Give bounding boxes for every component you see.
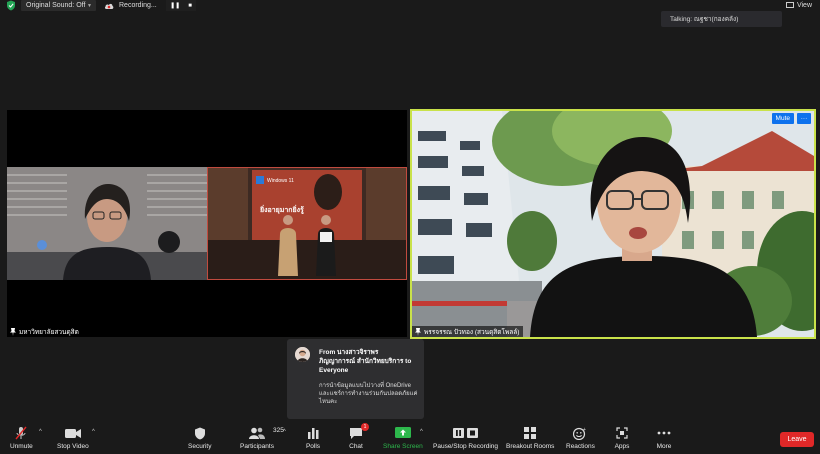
avatar <box>295 347 310 362</box>
recording-label: Recording... <box>119 2 157 9</box>
pin-icon <box>415 327 421 336</box>
slide-logo-text: Windows 11 <box>267 178 294 184</box>
chat-sender-line2: ภิญญาการณ์ สำนักวิทยบริการ to <box>319 358 412 365</box>
participant-name-right: พรรจรรณ ปัวทอง (สวนดุสิตโพลล์) <box>412 326 524 337</box>
chevron-down-icon: ▼ <box>87 2 92 9</box>
svg-text:+: + <box>583 427 586 433</box>
chat-label: Chat <box>349 443 363 450</box>
grid-view-icon <box>785 2 794 8</box>
more-button[interactable]: More <box>656 426 672 450</box>
pause-stop-icon <box>452 426 479 440</box>
security-label: Security <box>188 443 212 450</box>
original-sound-toggle[interactable]: Original Sound: Off ▼ <box>21 0 96 11</box>
view-label: View <box>796 1 812 9</box>
chat-message-line2: และแชร์การทำงานร่วมกันปลอดภัยแค่ <box>319 391 418 397</box>
chevron-up-icon[interactable]: ^ <box>420 429 423 435</box>
bar-chart-icon <box>305 426 321 440</box>
chevron-up-icon[interactable]: ^ <box>283 429 286 435</box>
share-screen-icon <box>394 426 411 440</box>
stop-recording-icon[interactable]: ■ <box>188 3 192 9</box>
reactions-button[interactable]: + Reactions <box>566 426 595 451</box>
chevron-up-icon[interactable]: ^ <box>39 429 42 435</box>
apps-label: Apps <box>614 443 630 450</box>
chevron-up-icon[interactable]: ^ <box>92 429 95 435</box>
chat-message: การนำข้อมูลแบบไปวางที่ OneDrive และแชร์ก… <box>319 382 419 406</box>
stop-video-button[interactable]: Stop Video <box>57 426 89 450</box>
chat-sender-line3: Everyone <box>319 367 349 374</box>
talking-indicator: Talking: ณฐชา(กองคลัง) <box>661 11 782 27</box>
breakout-rooms-icon <box>522 426 538 440</box>
chat-button[interactable]: 1 Chat <box>348 423 369 450</box>
participants-label: Participants <box>240 443 274 450</box>
apps-icon <box>614 426 630 440</box>
chat-sender-line1: From นางสาวจิราพร <box>319 349 379 356</box>
chat-sender: From นางสาวจิราพร ภิญญาการณ์ สำนักวิทยบร… <box>319 348 419 375</box>
participant-more-button[interactable]: ··· <box>797 113 811 124</box>
active-speaker-video <box>412 111 814 337</box>
meeting-toolbar: Unmute ^ Stop Video ^ Security 325 Parti… <box>0 421 820 454</box>
share-screen-label: Share Screen <box>383 443 423 450</box>
participant-name-left: มหาวิทยาลัยสวนดุสิต <box>7 326 83 337</box>
polls-button[interactable]: Polls <box>305 426 321 450</box>
microphone-muted-icon <box>13 426 29 440</box>
video-camera-icon <box>64 426 81 440</box>
zoom-meeting-window: Original Sound: Off ▼ Recording... ❚❚ ■ … <box>0 0 820 454</box>
presenter-webcam-video <box>7 167 207 280</box>
more-label: More <box>656 443 672 450</box>
pause-stop-recording-label: Pause/Stop Recording <box>433 443 499 450</box>
reactions-label: Reactions <box>566 443 595 450</box>
share-screen-button[interactable]: Share Screen <box>383 426 423 450</box>
pause-stop-recording-button[interactable]: Pause/Stop Recording <box>433 426 498 450</box>
cloud-recording-icon <box>104 3 114 9</box>
ellipsis-icon <box>656 426 672 440</box>
polls-label: Polls <box>305 443 321 450</box>
breakout-rooms-label: Breakout Rooms <box>506 443 555 450</box>
security-shield-icon[interactable] <box>6 0 16 11</box>
view-button[interactable]: View <box>785 0 812 10</box>
breakout-rooms-button[interactable]: Breakout Rooms <box>506 426 554 450</box>
participants-icon: 325 <box>248 426 284 440</box>
video-tile-presenter[interactable]: Windows 11 ยิ่งอายุมากยิ่งรู้ มหาวิทยาลั… <box>7 110 407 337</box>
pin-icon <box>10 327 16 336</box>
leave-button[interactable]: Leave <box>780 432 814 447</box>
chat-message-line3: ไหนคะ <box>319 399 338 405</box>
original-sound-label: Original Sound: Off <box>26 2 86 9</box>
chat-bubble-icon: 1 <box>348 423 369 440</box>
shield-icon <box>192 426 208 440</box>
video-tile-active-speaker[interactable]: Mute ··· พรรจรรณ ปัวทอง (สวนดุสิตโพลล์) <box>410 109 816 339</box>
recording-indicator: Recording... <box>104 0 157 11</box>
security-button[interactable]: Security <box>188 426 211 450</box>
participant-name-right-label: พรรจรรณ ปัวทอง (สวนดุสิตโพลล์) <box>424 328 520 336</box>
unmute-label: Unmute <box>10 443 33 450</box>
stop-video-label: Stop Video <box>57 443 89 450</box>
pause-recording-icon[interactable]: ❚❚ <box>170 2 180 9</box>
recording-controls: ❚❚ ■ <box>166 0 196 11</box>
presenter-webcam-scene <box>7 167 207 280</box>
chat-unread-badge: 1 <box>361 423 369 431</box>
presentation-slide-video: Windows 11 ยิ่งอายุมากยิ่งรู้ <box>207 167 407 280</box>
apps-button[interactable]: Apps <box>614 426 630 450</box>
mute-participant-button[interactable]: Mute <box>771 113 794 124</box>
presentation-slide-scene: Windows 11 ยิ่งอายุมากยิ่งรู้ <box>208 168 406 279</box>
chat-message-line1: การนำข้อมูลแบบไปวางที่ OneDrive <box>319 383 411 389</box>
participants-button[interactable]: 325 Participants <box>240 426 284 450</box>
participant-name-left-label: มหาวิทยาลัยสวนดุสิต <box>19 328 79 336</box>
smiley-plus-icon: + <box>572 426 588 440</box>
chat-notification[interactable]: From นางสาวจิราพร ภิญญาการณ์ สำนักวิทยบร… <box>287 339 424 419</box>
unmute-button[interactable]: Unmute <box>10 426 33 450</box>
